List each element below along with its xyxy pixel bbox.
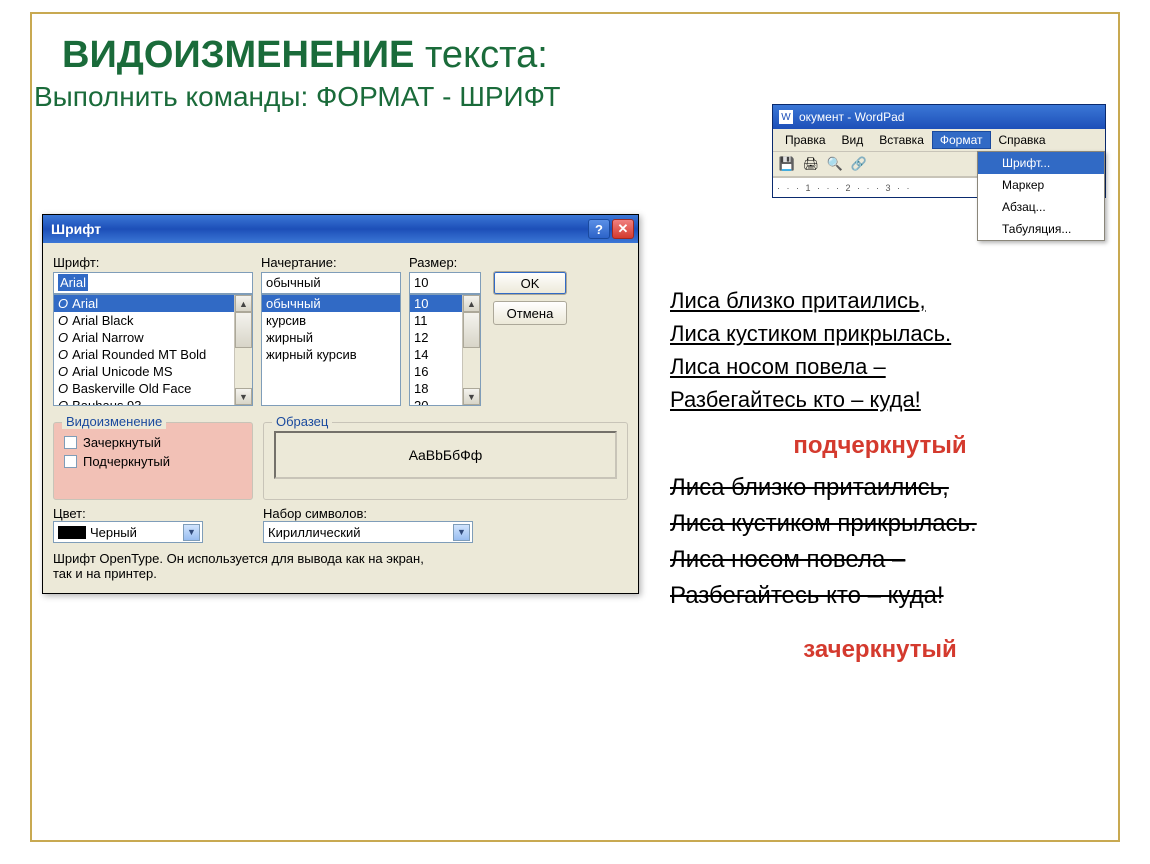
slide-title-bold: ВИДОИЗМЕНЕНИЕ [62, 34, 425, 76]
font-dialog: Шрифт ? ✕ Шрифт: Arial OArial OArial Bla… [42, 214, 639, 594]
charset-value: Кириллический [268, 525, 360, 540]
hint-line-1: Шрифт OpenType. Он используется для выво… [53, 551, 628, 566]
color-label: Цвет: [53, 506, 253, 521]
list-item[interactable]: 16 [410, 363, 462, 380]
list-item[interactable]: жирный [262, 329, 400, 346]
list-item[interactable]: OBauhaus 93 [54, 397, 234, 405]
wordpad-titlebar[interactable]: W окумент - WordPad [773, 105, 1105, 129]
size-input[interactable]: 10 [409, 272, 481, 294]
chevron-down-icon[interactable]: ▼ [183, 524, 200, 541]
list-item[interactable]: OArial Black [54, 312, 234, 329]
close-button[interactable]: ✕ [612, 219, 634, 239]
strike-example-line: Лиса носом повела – [670, 542, 1090, 578]
list-item[interactable]: 20 [410, 397, 462, 405]
list-item[interactable]: 18 [410, 380, 462, 397]
format-dropdown: Шрифт... Маркер Абзац... Табуляция... [977, 151, 1105, 241]
font-label: Шрифт: [53, 255, 253, 270]
label-strike: зачеркнутый [670, 632, 1090, 668]
size-listbox[interactable]: 10 11 12 14 16 18 20 ▲ ▼ [409, 294, 481, 406]
scroll-up-icon[interactable]: ▲ [463, 295, 480, 312]
scrollbar[interactable]: ▲ ▼ [234, 295, 252, 405]
checkbox-label: Подчеркнутый [83, 454, 170, 469]
scroll-thumb[interactable] [463, 312, 480, 348]
scroll-down-icon[interactable]: ▼ [463, 388, 480, 405]
dialog-titlebar[interactable]: Шрифт ? ✕ [43, 215, 638, 243]
list-item[interactable]: обычный [262, 295, 400, 312]
underline-example-line: Лиса близко притаились, [670, 284, 1090, 317]
strike-example-line: Разбегайтесь кто – куда! [670, 578, 1090, 614]
checkbox-icon[interactable] [64, 455, 77, 468]
underline-example-line: Разбегайтесь кто – куда! [670, 383, 1090, 416]
charset-combo[interactable]: Кириллический ▼ [263, 521, 473, 543]
find-icon[interactable]: 🔗 [849, 154, 869, 174]
hint-line-2: так и на принтер. [53, 566, 628, 581]
scrollbar[interactable]: ▲ ▼ [462, 295, 480, 405]
color-combo[interactable]: Черный ▼ [53, 521, 203, 543]
sample-group: Образец AaBbБбФф [263, 422, 628, 500]
style-input[interactable]: обычный [261, 272, 401, 294]
wordpad-menubar: Правка Вид Вставка Формат Справка [773, 129, 1105, 151]
menu-format[interactable]: Формат [932, 131, 991, 149]
style-label: Начертание: [261, 255, 401, 270]
preview-icon[interactable]: 🔍 [825, 154, 845, 174]
slide-title-rest: текста: [425, 34, 548, 76]
group-title: Образец [272, 414, 332, 429]
sample-preview: AaBbБбФф [274, 431, 617, 479]
wordpad-title: окумент - WordPad [799, 110, 904, 124]
list-item[interactable]: OBaskerville Old Face [54, 380, 234, 397]
checkbox-label: Зачеркнутый [83, 435, 161, 450]
list-item[interactable]: OArial Unicode MS [54, 363, 234, 380]
dropdown-font[interactable]: Шрифт... [978, 152, 1104, 174]
ok-button[interactable]: OK [493, 271, 567, 295]
scroll-thumb[interactable] [235, 312, 252, 348]
strike-checkbox-row[interactable]: Зачеркнутый [64, 435, 242, 450]
color-swatch-icon [58, 526, 86, 539]
label-underline: подчеркнутый [670, 428, 1090, 464]
help-button[interactable]: ? [588, 219, 610, 239]
underline-checkbox-row[interactable]: Подчеркнутый [64, 454, 242, 469]
app-icon: W [779, 110, 793, 124]
size-label: Размер: [409, 255, 481, 270]
menu-edit[interactable]: Правка [777, 131, 834, 149]
scroll-up-icon[interactable]: ▲ [235, 295, 252, 312]
list-item[interactable]: курсив [262, 312, 400, 329]
dialog-title: Шрифт [51, 221, 586, 237]
list-item[interactable]: 10 [410, 295, 462, 312]
example-block: Лиса близко притаились, Лиса кустиком пр… [670, 284, 1090, 668]
dropdown-bullet[interactable]: Маркер [978, 174, 1104, 196]
save-icon[interactable]: 💾 [777, 154, 797, 174]
chevron-down-icon[interactable]: ▼ [453, 524, 470, 541]
list-item[interactable]: OArial [54, 295, 234, 312]
wordpad-window: W окумент - WordPad Правка Вид Вставка Ф… [772, 104, 1106, 198]
group-title: Видоизменение [62, 414, 166, 429]
font-input[interactable]: Arial [53, 272, 253, 294]
list-item[interactable]: OArial Rounded MT Bold [54, 346, 234, 363]
color-value: Черный [90, 525, 137, 540]
list-item[interactable]: 12 [410, 329, 462, 346]
scroll-down-icon[interactable]: ▼ [235, 388, 252, 405]
charset-label: Набор символов: [263, 506, 628, 521]
underline-example-line: Лиса носом повела – [670, 350, 1090, 383]
strike-example-line: Лиса кустиком прикрылась. [670, 506, 1090, 542]
menu-insert[interactable]: Вставка [871, 131, 932, 149]
list-item[interactable]: 14 [410, 346, 462, 363]
style-listbox[interactable]: обычный курсив жирный жирный курсив [261, 294, 401, 406]
cancel-button[interactable]: Отмена [493, 301, 567, 325]
checkbox-icon[interactable] [64, 436, 77, 449]
list-item[interactable]: 11 [410, 312, 462, 329]
menu-help[interactable]: Справка [991, 131, 1054, 149]
list-item[interactable]: OArial Narrow [54, 329, 234, 346]
print-icon[interactable]: 🖨 [801, 154, 821, 174]
menu-view[interactable]: Вид [834, 131, 872, 149]
dropdown-paragraph[interactable]: Абзац... [978, 196, 1104, 218]
font-listbox[interactable]: OArial OArial Black OArial Narrow OArial… [53, 294, 253, 406]
modification-group: Видоизменение Зачеркнутый Подчеркнутый [53, 422, 253, 500]
underline-example-line: Лиса кустиком прикрылась. [670, 317, 1090, 350]
list-item[interactable]: жирный курсив [262, 346, 400, 363]
strike-example-line: Лиса близко притаились, [670, 470, 1090, 506]
dropdown-tabs[interactable]: Табуляция... [978, 218, 1104, 240]
